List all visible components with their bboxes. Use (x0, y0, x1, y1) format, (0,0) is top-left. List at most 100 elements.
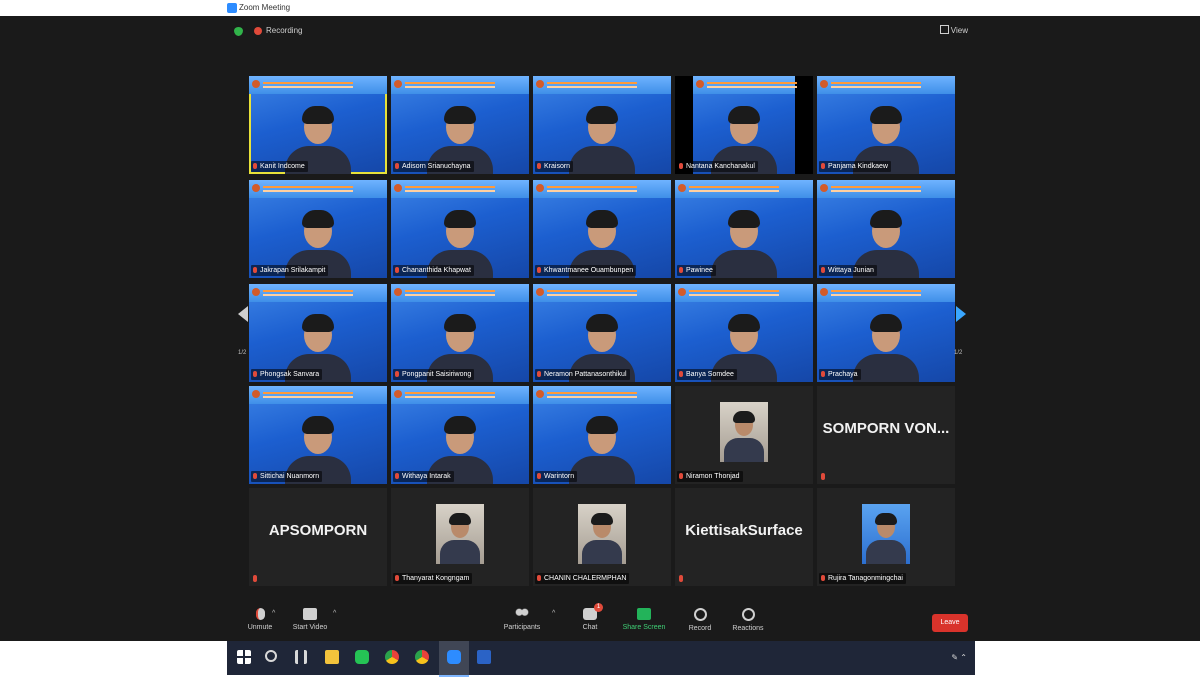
participant-tile[interactable]: KiettisakSurface (675, 488, 813, 586)
virtual-background-banner (693, 76, 797, 94)
participants-caret-icon[interactable]: ^ (552, 610, 555, 617)
participant-tile[interactable]: Kraisorn (533, 76, 671, 174)
person-hair (302, 106, 334, 124)
profile-picture (862, 504, 910, 564)
participant-tile[interactable]: Chananthida Khapwat (391, 180, 529, 278)
participant-tile[interactable]: SOMPORN VON... (817, 386, 955, 484)
recording-label: Recording (266, 26, 303, 35)
person-body (711, 250, 777, 278)
participant-tile[interactable]: Kanit Indcome (249, 76, 387, 174)
meeting-topbar: Recording View (230, 24, 970, 40)
grid-icon (939, 25, 949, 34)
virtual-background-banner (249, 386, 387, 404)
audio-options-caret-icon[interactable]: ^ (272, 610, 275, 617)
view-button[interactable]: View (939, 25, 968, 35)
participant-tile[interactable]: Phongsak Sanvara (249, 284, 387, 382)
person-hair (875, 513, 897, 525)
chrome-icon-2[interactable] (415, 650, 429, 664)
person-hair (870, 210, 902, 228)
microphone-muted-icon (253, 267, 257, 273)
virtual-background-banner (533, 76, 671, 94)
windows-start-icon[interactable] (237, 650, 251, 664)
participant-tile[interactable]: Pongpanit Saisiriwong (391, 284, 529, 382)
chat-button[interactable]: 1 Chat (560, 603, 620, 642)
person-hair (586, 106, 618, 124)
participant-name: Adisorn Srianuchayna (393, 161, 474, 172)
participant-name: CHANIN CHALERMPHAN (535, 573, 630, 584)
virtual-background-banner (817, 76, 955, 94)
microphone-muted-icon (253, 371, 257, 377)
previous-page-arrow-icon[interactable] (238, 306, 248, 322)
participant-tile[interactable]: Adisorn Srianuchayna (391, 76, 529, 174)
participant-tile[interactable]: APSOMPORN (249, 488, 387, 586)
next-page-arrow-icon[interactable] (956, 306, 966, 322)
chrome-icon[interactable] (385, 650, 399, 664)
participant-tile[interactable]: Nantana Kanchanakul (675, 76, 813, 174)
participant-tile[interactable]: Pawinee (675, 180, 813, 278)
virtual-background-banner (817, 284, 955, 302)
share-screen-icon (637, 608, 651, 620)
virtual-background-banner (533, 386, 671, 404)
person-hair (591, 513, 613, 525)
participant-name: Warintorn (535, 471, 578, 482)
profile-picture (436, 504, 484, 564)
microphone-muted-icon (679, 163, 683, 169)
leave-button[interactable]: Leave (932, 614, 968, 632)
task-view-icon[interactable] (295, 650, 307, 664)
person-hair (586, 314, 618, 332)
participant-name: Wittaya Junian (819, 265, 877, 276)
participant-tile[interactable]: Thanyarat Kongngam (391, 488, 529, 586)
participant-video (851, 302, 921, 382)
participant-video (567, 94, 637, 174)
search-icon[interactable] (265, 650, 277, 662)
participants-label: Participants (503, 624, 541, 631)
share-screen-button[interactable]: Share Screen (614, 604, 674, 642)
participants-button[interactable]: Participants (492, 604, 552, 642)
microphone-muted-icon (821, 473, 825, 480)
video-options-caret-icon[interactable]: ^ (333, 610, 336, 617)
participant-name: Prachaya (819, 369, 861, 380)
word-app-icon[interactable] (477, 650, 491, 664)
participant-tile[interactable]: CHANIN CHALERMPHAN (533, 488, 671, 586)
participant-tile[interactable]: Banya Somdee (675, 284, 813, 382)
person-body (724, 438, 764, 462)
person-body (440, 540, 480, 564)
microphone-muted-icon (253, 163, 257, 169)
person-hair (870, 106, 902, 124)
zoom-app-icon[interactable] (447, 650, 461, 664)
microphone-muted-icon (537, 267, 541, 273)
security-shield-icon[interactable] (234, 27, 243, 36)
participant-name: Rujira Tanagonmingchai (819, 573, 906, 584)
participant-video (709, 198, 779, 278)
system-tray-icon[interactable]: ✎ ⌃ (951, 653, 967, 662)
participant-tile[interactable]: Withaya Intarak (391, 386, 529, 484)
participant-tile[interactable]: Warintorn (533, 386, 671, 484)
participant-tile[interactable]: Wittaya Junian (817, 180, 955, 278)
participant-name: Khwantmanee Ouambunpen (535, 265, 637, 276)
virtual-background-banner (249, 180, 387, 198)
page-indicator-right: 1/2 (954, 350, 963, 356)
person-hair (302, 210, 334, 228)
participant-tile[interactable]: Panjama Kindkaew (817, 76, 955, 174)
participant-tile[interactable]: Niramon Thonjad (675, 386, 813, 484)
reactions-button[interactable]: Reactions (718, 604, 778, 642)
line-app-icon[interactable] (355, 650, 369, 664)
start-video-button[interactable]: Start Video (280, 604, 340, 642)
microphone-muted-icon (537, 371, 541, 377)
participant-tile[interactable]: Rujira Tanagonmingchai (817, 488, 955, 586)
participant-tile[interactable]: Neramon Pattanasonthikul (533, 284, 671, 382)
microphone-muted-icon (679, 575, 683, 582)
person-hair (870, 314, 902, 332)
participant-tile[interactable]: Khwantmanee Ouambunpen (533, 180, 671, 278)
participant-tile[interactable]: Jakrapan Srilakampit (249, 180, 387, 278)
participant-name: Kraisorn (535, 161, 574, 172)
file-explorer-icon[interactable] (325, 650, 339, 664)
zoom-icon (227, 3, 237, 13)
participant-tile[interactable]: Sittichai Nuanmorn (249, 386, 387, 484)
virtual-background-banner (817, 180, 955, 198)
participant-name: Pongpanit Saisiriwong (393, 369, 475, 380)
start-video-label: Start Video (292, 624, 328, 631)
person-hair (728, 210, 760, 228)
participant-tile[interactable]: Prachaya (817, 284, 955, 382)
virtual-background-banner (391, 180, 529, 198)
